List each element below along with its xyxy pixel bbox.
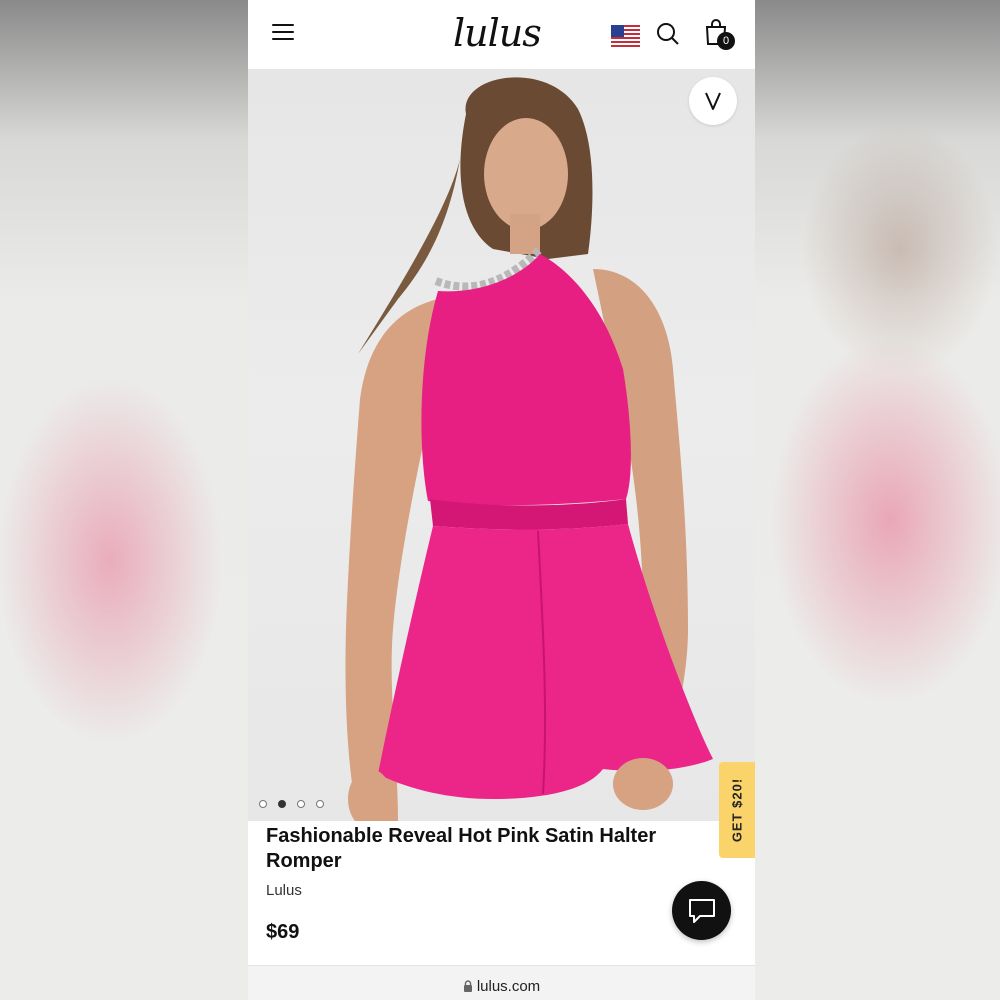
carousel-dot-2[interactable] bbox=[278, 800, 286, 808]
site-header: lulus 0 bbox=[248, 0, 755, 69]
carousel-dot-3[interactable] bbox=[297, 800, 305, 808]
carousel-dots[interactable] bbox=[259, 795, 335, 813]
us-flag-icon[interactable] bbox=[611, 25, 640, 47]
url-text: lulus.com bbox=[476, 978, 541, 995]
lock-icon bbox=[463, 980, 472, 992]
chat-icon bbox=[689, 899, 715, 923]
lulus-logo[interactable]: lulus bbox=[453, 8, 553, 58]
carousel-dot-4[interactable] bbox=[316, 800, 324, 808]
wishlist-button[interactable] bbox=[689, 77, 737, 125]
cart-count-badge: 0 bbox=[717, 32, 735, 50]
menu-icon[interactable] bbox=[272, 24, 294, 42]
chat-button[interactable] bbox=[672, 881, 731, 940]
heart-icon bbox=[705, 92, 721, 110]
promo-tab[interactable]: GET $20! bbox=[719, 762, 755, 858]
search-icon[interactable] bbox=[656, 22, 680, 46]
mobile-page: lulus 0 GET $20! Fashionable Reveal Hot … bbox=[248, 0, 755, 1000]
browser-url-bar[interactable]: lulus.com bbox=[248, 965, 755, 1000]
carousel-dot-1[interactable] bbox=[259, 800, 267, 808]
product-price: $69 bbox=[266, 921, 300, 943]
product-image[interactable] bbox=[248, 69, 755, 821]
promo-label: GET $20! bbox=[729, 777, 745, 843]
product-title: Fashionable Reveal Hot Pink Satin Halter… bbox=[266, 825, 657, 872]
model-photo bbox=[345, 77, 713, 821]
product-brand[interactable]: Lulus bbox=[266, 882, 302, 899]
